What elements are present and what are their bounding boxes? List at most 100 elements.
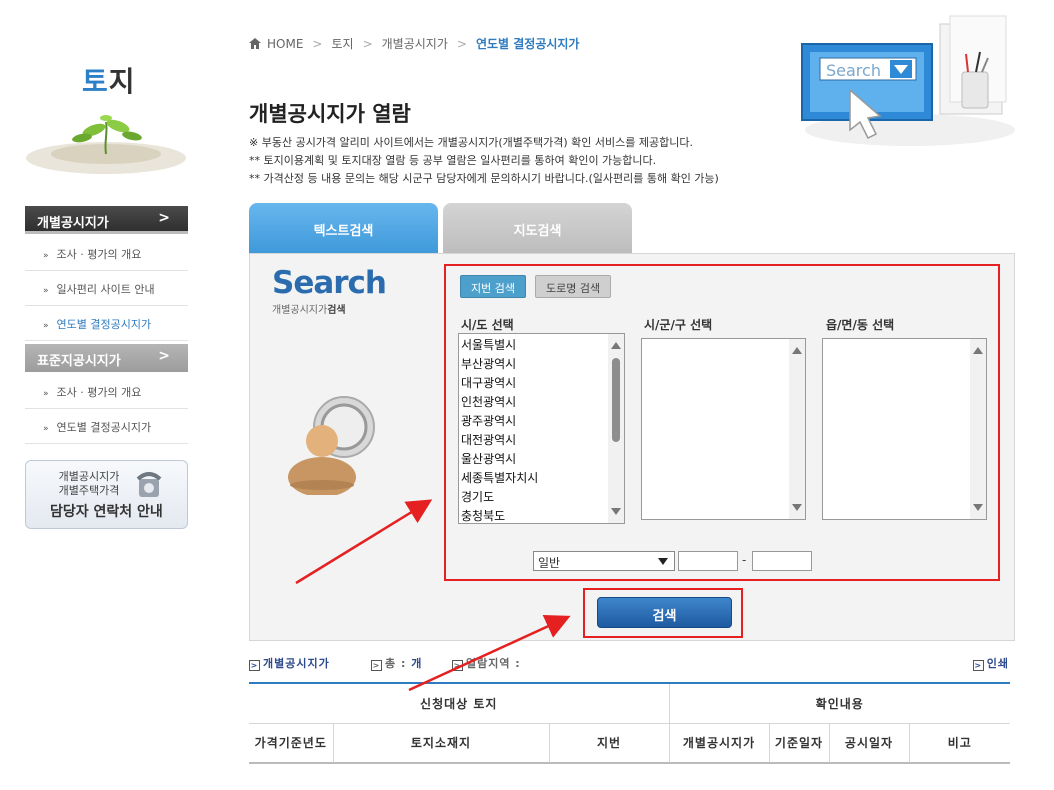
sidebar-item-standard-overview[interactable]: » 조사 · 평가의 개요 <box>25 374 188 409</box>
checkbox-icon: > <box>972 660 984 671</box>
print-label: 인쇄 <box>986 657 1009 670</box>
col-lot-number: 지번 <box>548 723 669 764</box>
bullet-icon: » <box>43 251 49 261</box>
notice-line: ※ 부동산 공시가격 알리미 사이트에서는 개별공시지가(개별주택가격) 확인 … <box>249 136 693 149</box>
decor-search-text: Search <box>826 61 881 80</box>
tab-text-search[interactable]: 텍스트검색 <box>249 203 438 253</box>
sidebar-item-label: 조사 · 평가의 개요 <box>56 386 142 399</box>
breadcrumb-current: 연도별 결정공시지가 <box>475 37 580 51</box>
print-link[interactable]: > 인쇄 <box>972 655 1009 671</box>
bullet-icon: » <box>43 321 49 331</box>
breadcrumb-separator: > <box>362 36 373 51</box>
person-search-illustration <box>288 396 375 495</box>
scroll-up-icon[interactable] <box>973 347 983 354</box>
result-table: 신청대상 토지 확인내용 가격기준년도 토지소재지 지번 개별공시지가 기준일자… <box>249 682 1010 764</box>
sido-listbox[interactable]: 서울특별시 부산광역시 대구광역시 인천광역시 광주광역시 대전광역시 울산광역… <box>458 333 625 524</box>
group-header-confirmation: 확인내용 <box>668 682 1010 724</box>
telephone-icon <box>136 472 162 497</box>
sprout-illustration <box>26 115 186 174</box>
search-subtitle-b: 검색 <box>327 305 346 316</box>
chevron-right-icon: > <box>158 210 170 226</box>
breadcrumb-separator: > <box>312 36 323 51</box>
sidebar-item-ilsa-site[interactable]: » 일사편리 사이트 안내 <box>25 271 188 306</box>
contact-subtitle: 개별공시지가 개별주택가격 <box>52 470 126 498</box>
contact-line1: 개별공시지가 <box>58 470 120 483</box>
contact-title: 담당자 연락처 안내 <box>50 504 163 520</box>
sidebar-item-label: 조사 · 평가의 개요 <box>56 248 142 261</box>
land-type-select[interactable]: 일반 <box>533 551 675 571</box>
checkbox-icon: > <box>249 660 260 671</box>
contact-line2: 개별주택가격 <box>58 484 120 497</box>
breadcrumb: HOME > 토지 > 개별공시지가 > 연도별 결정공시지가 <box>249 35 579 52</box>
umd-label: 읍/면/동 선택 <box>826 318 895 332</box>
chevron-right-icon: > <box>158 348 170 364</box>
sido-option[interactable]: 대구광역시 <box>459 374 624 393</box>
bullet-icon: » <box>43 286 49 296</box>
road-name-search-button[interactable]: 도로명 검색 <box>535 275 612 298</box>
scroll-thumb[interactable] <box>612 358 620 442</box>
checkbox-icon: > <box>452 660 463 671</box>
scroll-up-icon[interactable] <box>792 347 802 354</box>
col-price-year: 가격기준년도 <box>249 723 333 764</box>
col-individual-price: 개별공시지가 <box>668 723 769 764</box>
scroll-down-icon[interactable] <box>973 504 983 511</box>
bullet-icon: » <box>43 389 49 399</box>
main-lot-number-input[interactable] <box>678 551 738 571</box>
umd-listbox[interactable] <box>822 338 987 520</box>
lot-number-dash: - <box>742 553 747 567</box>
sido-option[interactable]: 울산광역시 <box>459 450 624 469</box>
sido-option[interactable]: 인천광역시 <box>459 393 624 412</box>
search-subtitle-a: 개별공시지가 <box>272 305 328 316</box>
scroll-up-icon[interactable] <box>611 342 621 349</box>
sido-option[interactable]: 세종특별자치시 <box>459 469 624 488</box>
sido-option[interactable]: 충청북도 <box>459 507 624 526</box>
col-remarks: 비고 <box>908 723 1010 764</box>
sidebar-group-individual-land[interactable]: 개별공시지가 > <box>25 206 188 234</box>
jibun-search-button[interactable]: 지번 검색 <box>460 275 526 298</box>
land-type-value: 일반 <box>538 556 561 570</box>
sigungu-label: 시/군/구 선택 <box>644 318 713 332</box>
sigungu-listbox[interactable] <box>641 338 806 520</box>
result-area: > 열람지역 : <box>452 655 521 671</box>
scroll-down-icon[interactable] <box>792 504 802 511</box>
sidebar-group-label: 표준지공시지가 <box>37 354 121 369</box>
sidebar-item-survey-overview[interactable]: » 조사 · 평가의 개요 <box>25 236 188 271</box>
contact-banner[interactable]: 개별공시지가 개별주택가격 담당자 연락처 안내 <box>25 460 188 529</box>
sido-option[interactable]: 부산광역시 <box>459 355 624 374</box>
search-button[interactable]: 검색 <box>597 597 732 628</box>
sidebar-group-label: 개별공시지가 <box>37 216 109 231</box>
breadcrumb-separator: > <box>456 36 467 51</box>
breadcrumb-level2[interactable]: 개별공시지가 <box>382 35 448 52</box>
tab-map-search[interactable]: 지도검색 <box>443 203 632 253</box>
sido-option[interactable]: 광주광역시 <box>459 412 624 431</box>
sidebar-item-label: 일사편리 사이트 안내 <box>56 283 155 296</box>
search-monitor-illustration: Search <box>801 15 1015 146</box>
sido-option[interactable]: 경기도 <box>459 488 624 507</box>
search-subtitle: 개별공시지가검색 <box>272 301 346 316</box>
col-land-location: 토지소재지 <box>332 723 549 764</box>
umd-scrollbar[interactable] <box>970 339 986 519</box>
sigungu-scrollbar[interactable] <box>789 339 805 519</box>
result-total-unit: 개 <box>411 657 423 670</box>
bullet-icon: » <box>43 424 49 434</box>
home-icon <box>249 38 261 49</box>
result-summary: > 개별공시지가 > 총 : 개 > 열람지역 : > 인쇄 <box>249 655 1009 671</box>
result-label: > 개별공시지가 <box>249 655 330 671</box>
sub-lot-number-input[interactable] <box>752 551 812 571</box>
sido-scrollbar[interactable] <box>608 334 624 523</box>
sidebar-item-label: 연도별 결정공시지가 <box>56 318 152 331</box>
breadcrumb-level1[interactable]: 토지 <box>331 35 353 52</box>
sido-option[interactable]: 대전광역시 <box>459 431 624 450</box>
scroll-down-icon[interactable] <box>611 508 621 515</box>
breadcrumb-home[interactable]: HOME <box>267 37 303 51</box>
sidebar-item-standard-annual[interactable]: » 연도별 결정공시지가 <box>25 409 188 444</box>
result-total: > 총 : 개 <box>371 655 422 671</box>
section-title: 토지 <box>82 60 136 100</box>
sido-option[interactable]: 서울특별시 <box>459 336 624 355</box>
page-title: 개별공시지가 열람 <box>249 102 411 126</box>
sidebar-item-annual-price[interactable]: » 연도별 결정공시지가 <box>25 306 188 341</box>
sido-label: 시/도 선택 <box>461 318 514 332</box>
sidebar-group-standard-land[interactable]: 표준지공시지가 > <box>25 344 188 372</box>
col-base-date: 기준일자 <box>768 723 829 764</box>
section-title-part2: 지 <box>108 65 136 98</box>
